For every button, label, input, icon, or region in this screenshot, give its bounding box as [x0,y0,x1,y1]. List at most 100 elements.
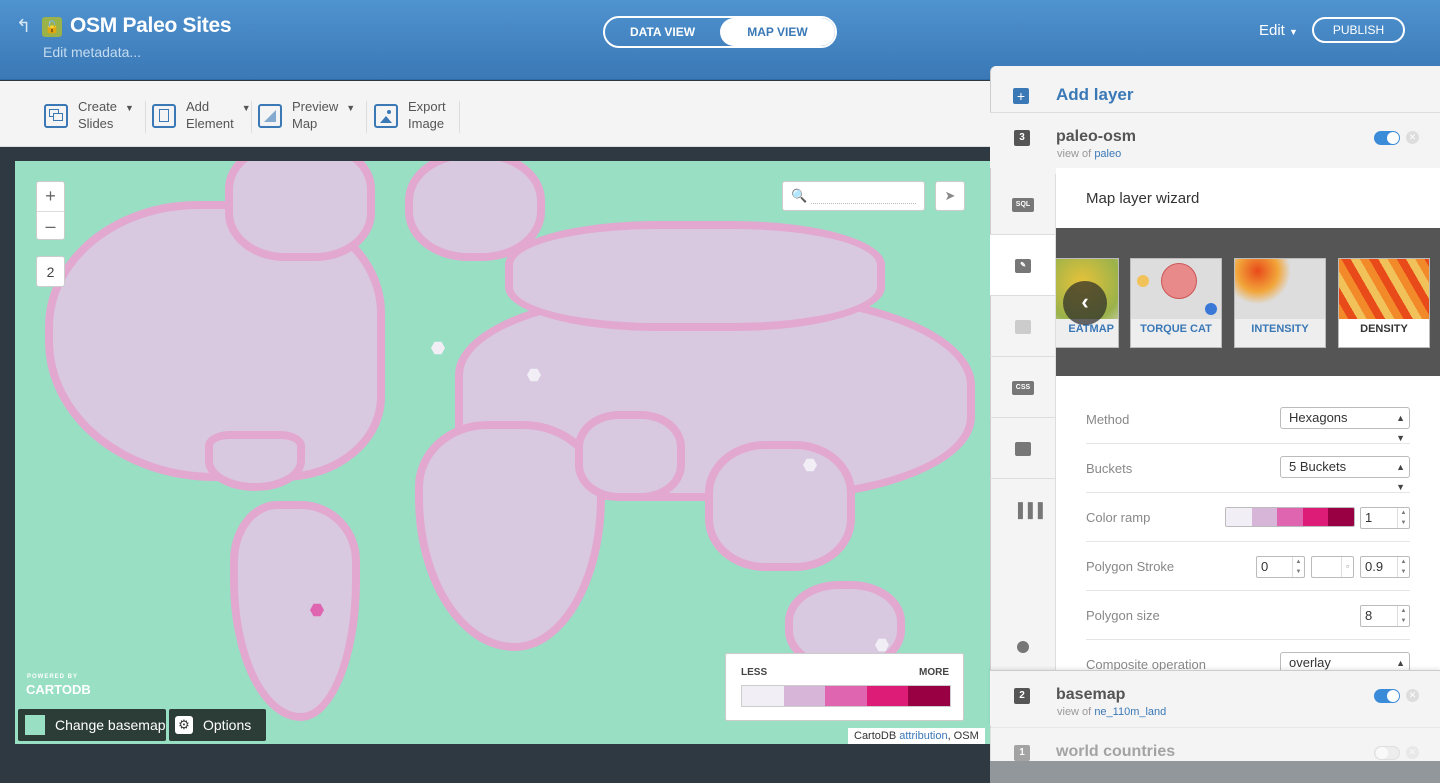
attribution-link[interactable]: attribution [899,730,947,742]
add-element-button[interactable]: Add Element ▼ [152,98,251,132]
publish-button[interactable]: PUBLISH [1312,17,1405,43]
export-image-button[interactable]: Export Image [374,98,446,132]
layer-name[interactable]: paleo-osm [1056,128,1136,146]
arabia-landmass [575,411,685,501]
ramp-opacity-stepper[interactable]: 1 ▲ ▼ [1360,507,1410,529]
ramp-swatch [1328,508,1354,526]
color-ramp-picker[interactable] [1225,507,1355,527]
css-tab[interactable]: CSS [990,357,1055,418]
wizard-tab[interactable]: ✎ [990,235,1055,296]
color-ramp-row: Color ramp 1 ▲ ▼ [1086,493,1410,542]
add-layer-button[interactable]: + Add layer [990,84,1440,108]
edit-metadata-link[interactable]: Edit metadata... [43,44,141,60]
ramp-opacity-value: 1 [1365,510,1373,525]
edit-menu[interactable]: Edit ▼ [1259,22,1298,39]
tab-map-view[interactable]: MAP VIEW [720,18,835,46]
composite-select[interactable]: overlay ▲▼ [1280,652,1410,671]
stroke-width-stepper[interactable]: 0 ▲ ▼ [1256,556,1305,578]
export-image-label-1: Export [408,99,446,114]
map-attribution: CartoDB attribution, OSM [848,728,985,744]
map-legend: LESS MORE [725,653,964,721]
layer-header-basemap[interactable]: 2 basemap view of ne_110m_land ✕ [990,670,1440,726]
legend-swatch [825,686,867,706]
change-basemap-button[interactable]: Change basemap [18,709,166,741]
close-icon[interactable]: ✕ [1406,689,1419,702]
preview-map-button[interactable]: Preview Map ▼ [258,98,355,132]
stroke-opacity-stepper[interactable]: 0.9 ▲ ▼ [1360,556,1410,578]
options-button[interactable]: ⚙ Options [169,709,266,741]
legend-icon [1015,442,1031,456]
wizard-type-intensity[interactable]: INTENSITY [1234,258,1326,348]
layer-name[interactable]: world countries [1056,743,1175,761]
slide-indicator[interactable]: 2 [36,256,65,287]
layer-header-world-countries[interactable]: 1 world countries ✕ [990,727,1440,783]
legends-tab[interactable] [990,418,1055,479]
location-arrow-icon: ➤ [944,188,956,203]
layer-source-link[interactable]: paleo [1094,148,1121,160]
method-row: Method Hexagons ▲ ▼ [1086,395,1410,444]
map-title[interactable]: OSM Paleo Sites [70,14,232,38]
speech-bubble-icon [1015,320,1031,334]
attribution-suffix: , OSM [947,730,979,742]
infowindow-tab[interactable] [990,296,1055,357]
caret-down-icon: ▼ [1289,27,1298,37]
layer-visibility-toggle[interactable] [1374,131,1400,145]
central-america-landmass [205,431,305,491]
wizard-type-label: INTENSITY [1251,323,1309,335]
export-image-label-2: Image [408,116,445,131]
wizard-type-label: DENSITY [1360,323,1408,335]
create-slides-label-1: Create [78,99,118,114]
updown-icon: ▲▼ [1396,413,1405,443]
map-layer-wizard: Map layer wizard EATMAP TORQUE CAT INTEN… [1056,168,1440,671]
polygon-size-stepper[interactable]: 8 ▲ ▼ [1360,605,1410,627]
layer-name[interactable]: basemap [1056,686,1125,704]
updown-icon: ▲▼ [1292,557,1304,577]
caret-down-icon: ▼ [241,103,251,113]
method-select[interactable]: Hexagons ▲ ▼ [1280,407,1410,443]
zoom-in-button[interactable]: + [37,182,64,211]
wizard-type-density[interactable]: DENSITY [1338,258,1430,348]
close-icon[interactable]: ✕ [1406,131,1419,144]
preview-map-label-2: Map [292,116,318,131]
css-label: CSS [1012,381,1034,395]
help-tab[interactable] [990,629,1055,669]
layer-header-paleo-osm[interactable]: 3 paleo-osm view of paleo ✕ [990,112,1440,168]
composite-operation-row: Composite operation overlay ▲▼ [1086,640,1410,671]
layer-source: view of ne_110m_land [1057,706,1166,718]
change-basemap-label: Change basemap [55,717,166,733]
tab-data-view[interactable]: DATA VIEW [605,18,720,46]
view-switcher: DATA VIEW MAP VIEW [603,16,837,48]
zoom-out-button[interactable]: – [37,211,64,240]
brush-icon: ✎ [1015,259,1031,273]
gallery-previous-button[interactable]: ‹ [1063,281,1107,325]
layer-source: view of paleo [1057,148,1121,160]
element-icon [152,104,176,128]
bar-chart-icon: ▐▐▐ [1013,502,1043,518]
ramp-swatch [1226,508,1252,526]
layer-source-link[interactable]: ne_110m_land [1094,706,1166,718]
back-arrow-icon[interactable]: ↰ [16,16,31,37]
layer-visibility-toggle[interactable] [1374,746,1400,760]
polygon-size-label: Polygon size [1086,608,1160,623]
wizard-type-torque-cat[interactable]: TORQUE CAT [1130,258,1222,348]
polygon-size-row: Polygon size 8 ▲ ▼ [1086,591,1410,640]
south-america-landmass [230,501,360,721]
map-search-input[interactable] [811,188,916,204]
layer-visibility-toggle[interactable] [1374,689,1400,703]
density-hexagon[interactable] [431,341,445,355]
buckets-label: Buckets [1086,461,1133,476]
sql-label: SQL [1012,198,1034,212]
stroke-color-picker[interactable]: ▫ [1311,556,1354,578]
sql-tab[interactable]: SQL [990,174,1055,235]
stroke-opacity-value: 0.9 [1365,559,1384,574]
wizard-type-label: TORQUE CAT [1140,323,1212,335]
create-slides-button[interactable]: Create Slides ▼ [44,98,134,132]
close-icon[interactable]: ✕ [1406,746,1419,759]
divider [366,101,367,133]
filters-tab[interactable]: ▐▐▐ [990,479,1055,540]
lock-icon[interactable]: 🔓 [42,17,62,37]
buckets-select[interactable]: 5 Buckets ▲ ▼ [1280,456,1410,492]
locate-button[interactable]: ➤ [935,181,965,211]
wizard-title: Map layer wizard [1086,190,1200,207]
legend-less-label: LESS [741,667,768,678]
